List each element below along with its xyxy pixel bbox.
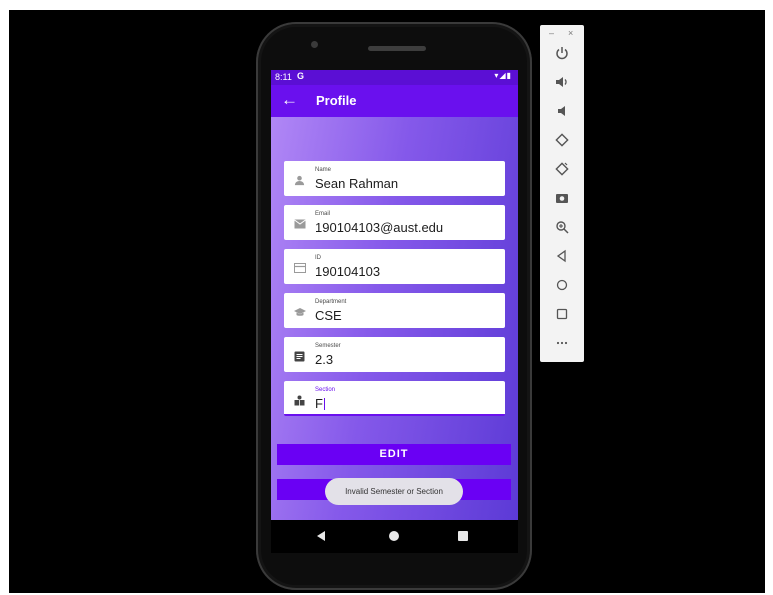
status-bar: 8:11 G ▾◢▮ (271, 70, 518, 85)
back-arrow-icon[interactable]: ← (281, 89, 298, 111)
id-label: ID (315, 255, 321, 261)
toast-message: Invalid Semester or Section (325, 478, 463, 505)
close-button[interactable]: × (568, 28, 573, 38)
camera-icon[interactable] (552, 190, 572, 210)
section-field[interactable]: Section F (284, 381, 505, 416)
name-label: Name (315, 167, 332, 173)
mail-icon (293, 219, 306, 232)
email-label: Email (315, 211, 331, 217)
more-icon[interactable] (552, 335, 572, 355)
earpiece-speaker (368, 46, 426, 51)
classroom-icon (293, 395, 306, 408)
overview-icon[interactable] (552, 306, 572, 326)
rotate-right-icon[interactable] (552, 161, 572, 181)
home-icon[interactable] (552, 277, 572, 297)
semester-label: Semester (315, 343, 341, 349)
page-title: Profile (316, 93, 357, 108)
text-cursor (323, 398, 325, 410)
email-field[interactable]: Email 190104103@aust.edu (284, 205, 505, 240)
status-time: 8:11 (275, 72, 292, 82)
power-icon[interactable] (552, 45, 572, 65)
semester-value: 2.3 (315, 352, 334, 367)
rotate-left-icon[interactable] (552, 132, 572, 152)
document-icon (293, 351, 306, 364)
volume-up-icon[interactable] (552, 74, 572, 94)
department-field[interactable]: Department CSE (284, 293, 505, 328)
section-label: Section (315, 387, 336, 393)
nav-home-icon[interactable] (389, 531, 399, 541)
section-input[interactable]: F (315, 396, 325, 411)
email-value: 190104103@aust.edu (315, 220, 444, 235)
signal-battery-icon: ▾◢▮ (494, 71, 512, 80)
volume-down-icon[interactable] (552, 103, 572, 123)
id-value: 190104103 (315, 264, 381, 279)
name-field[interactable]: Name Sean Rahman (284, 161, 505, 196)
nav-back-icon[interactable] (317, 531, 325, 541)
id-card-icon (293, 263, 306, 276)
front-camera (311, 41, 318, 48)
zoom-icon[interactable] (552, 219, 572, 239)
nav-recents-icon[interactable] (458, 531, 468, 541)
app-bar: ← Profile (271, 85, 518, 117)
minimize-button[interactable]: – (549, 28, 554, 38)
app-screen: 8:11 G ▾◢▮ ← Profile Name Sean Rahman Em… (271, 70, 518, 520)
department-label: Department (315, 299, 347, 305)
name-value: Sean Rahman (315, 176, 399, 191)
id-field[interactable]: ID 190104103 (284, 249, 505, 284)
graduation-cap-icon (293, 307, 306, 320)
department-value: CSE (315, 308, 342, 323)
android-nav-bar (271, 520, 518, 553)
notification-icon: G (297, 71, 305, 81)
back-icon[interactable] (552, 248, 572, 268)
person-icon (293, 175, 306, 188)
section-value: F (315, 396, 323, 411)
semester-field[interactable]: Semester 2.3 (284, 337, 505, 372)
edit-button[interactable]: EDIT (277, 444, 511, 465)
emulator-toolbar: – × (540, 25, 584, 362)
